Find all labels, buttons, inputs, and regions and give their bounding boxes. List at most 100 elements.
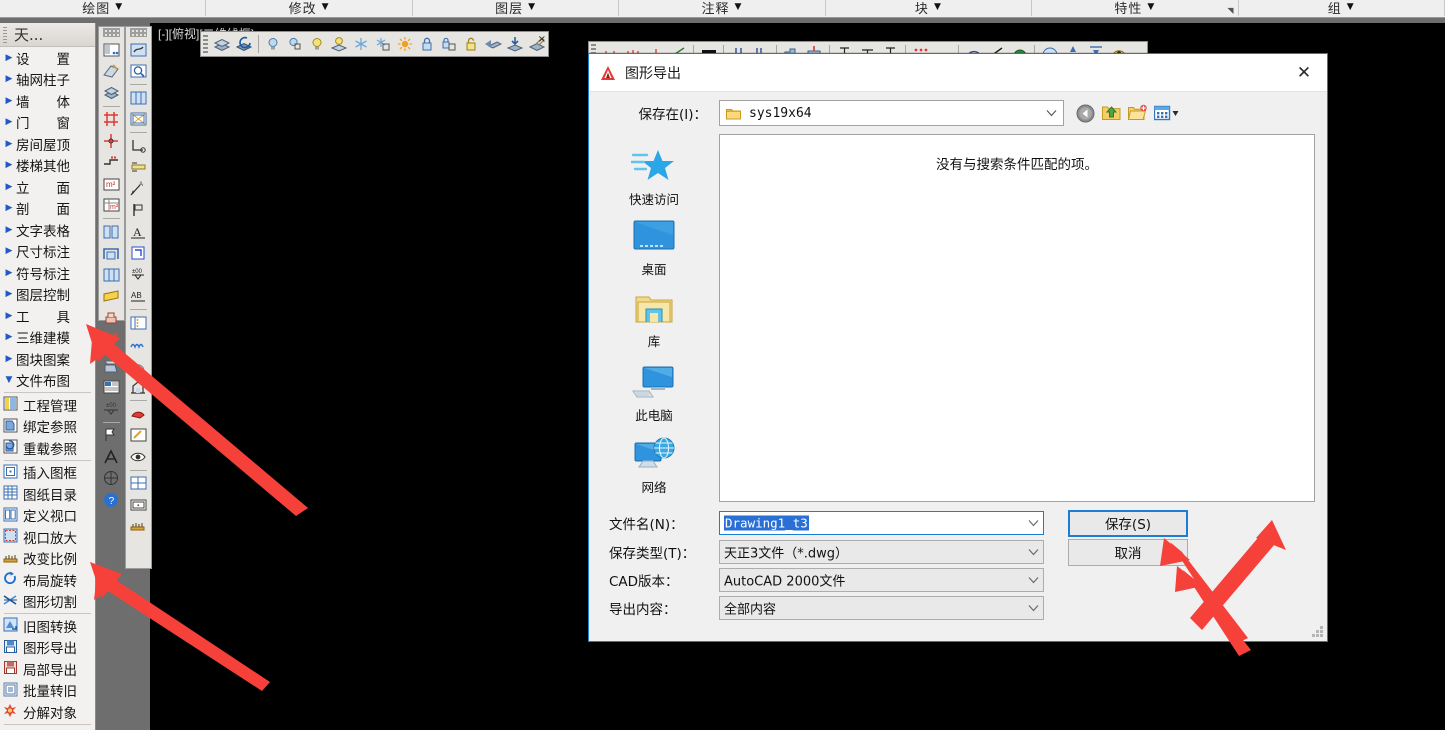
cancel-button[interactable]: 取消 (1068, 538, 1188, 566)
save-in-combobox[interactable]: sys19x64 (719, 100, 1064, 126)
dropdown-3[interactable]: 全部内容 (719, 596, 1044, 620)
toolbar-button-icon[interactable] (100, 286, 123, 308)
toolbar-button-icon[interactable]: AB (127, 286, 150, 308)
toolbar-button-icon[interactable] (127, 135, 150, 157)
chevron-down-icon[interactable] (1028, 548, 1039, 557)
ribbon-tab-0[interactable]: 绘图 ▼ (0, 0, 207, 17)
filename-input[interactable]: Drawing1_t3 (719, 511, 1044, 535)
sun-icon[interactable] (394, 33, 416, 55)
toolbar-button-icon[interactable] (127, 157, 150, 179)
palette-item[interactable]: 分解对象 (0, 701, 95, 723)
ribbon-tab-2[interactable]: 图层 ▼ (413, 0, 620, 17)
palette-item[interactable]: 布局旋转 (0, 569, 95, 591)
toolbar-button-icon[interactable] (127, 200, 150, 222)
triangle-right-icon[interactable]: ▶ (2, 203, 16, 213)
layer-previous-icon[interactable] (233, 33, 255, 55)
palette-item[interactable]: ▶ 文字表格 (0, 219, 95, 241)
palette-title-bar[interactable]: 天... (0, 23, 95, 47)
toolbar-button-icon[interactable] (127, 109, 150, 131)
triangle-right-icon[interactable]: ▶ (2, 311, 16, 321)
palette-item[interactable]: 旧图转换 (0, 615, 95, 637)
place-item-快速访问[interactable]: 快速访问 (589, 142, 719, 214)
toolbar-button-icon[interactable] (100, 446, 123, 468)
layer-down-icon[interactable] (504, 33, 526, 55)
ribbon-tab-5[interactable]: 特性 ▼ ◥ (1032, 0, 1239, 17)
toolbar-grip-icon[interactable] (103, 28, 120, 37)
triangle-right-icon[interactable]: ▶ (2, 96, 16, 106)
palette-item[interactable]: ▶ 楼梯其他 (0, 155, 95, 177)
palette-item[interactable]: 视口放大 (0, 526, 95, 548)
palette-item[interactable]: 批量转旧 (0, 680, 95, 702)
toolbar-button-icon[interactable]: m² (100, 173, 123, 195)
unlock-icon[interactable] (460, 33, 482, 55)
palette-item[interactable]: 重载参照 (0, 437, 95, 459)
toolbar-button-icon[interactable] (127, 61, 150, 83)
chevron-down-icon[interactable]: ▼ (934, 3, 942, 12)
bulb-on-icon[interactable] (262, 33, 284, 55)
toolbar-button-icon[interactable]: A (127, 221, 150, 243)
palette-grip-icon[interactable] (3, 27, 7, 43)
palette-item[interactable]: 绑定参照 (0, 416, 95, 438)
place-item-桌面[interactable]: 桌面 (589, 214, 719, 286)
toolbar-button-icon[interactable] (127, 403, 150, 425)
toolbar-button-icon[interactable] (100, 307, 123, 329)
dropdown-1[interactable]: 天正3文件（*.dwg） (719, 540, 1044, 564)
triangle-right-icon[interactable]: ▶ (2, 117, 16, 127)
bulb-yellow-icon[interactable] (306, 33, 328, 55)
chevron-down-icon[interactable]: ▼ (322, 3, 330, 12)
toolbar-button-icon[interactable] (100, 152, 123, 174)
triangle-down-icon[interactable]: ▼ (2, 375, 16, 385)
toolbar-button-icon[interactable] (100, 82, 123, 104)
triangle-right-icon[interactable]: ▶ (2, 74, 16, 84)
triangle-right-icon[interactable]: ▶ (2, 268, 16, 278)
palette-item[interactable]: ▶ 设 置 (0, 47, 95, 69)
toolbar-button-icon[interactable] (100, 109, 123, 131)
toolbar-button-icon[interactable] (127, 355, 150, 377)
triangle-right-icon[interactable]: ▶ (2, 225, 16, 235)
ribbon-tab-4[interactable]: 块 ▼ (826, 0, 1033, 17)
toolbar-button-icon[interactable]: ? (100, 489, 123, 511)
triangle-right-icon[interactable]: ▶ (2, 160, 16, 170)
lock-object-icon[interactable] (438, 33, 460, 55)
palette-item[interactable]: 备档拆图 (0, 726, 95, 730)
triangle-right-icon[interactable]: ▶ (2, 182, 16, 192)
triangle-right-icon[interactable]: ▶ (2, 246, 16, 256)
palette-item[interactable]: ▼ 文件布图 (0, 370, 95, 392)
ribbon-tab-1[interactable]: 修改 ▼ (206, 0, 413, 17)
toolbar-button-icon[interactable] (100, 468, 123, 490)
palette-item[interactable]: ▶ 墙 体 (0, 90, 95, 112)
toolbar-grip-icon[interactable] (130, 28, 147, 37)
toolbar-button-icon[interactable] (127, 334, 150, 356)
toolbar-button-icon[interactable]: m² (100, 195, 123, 217)
toolbar-button-icon[interactable] (100, 61, 123, 83)
toolbar-button-icon[interactable] (127, 243, 150, 265)
layer-merge-icon[interactable] (482, 33, 504, 55)
toolbar-button-icon[interactable] (100, 264, 123, 286)
triangle-right-icon[interactable]: ▶ (2, 53, 16, 63)
toolbar-button-icon[interactable] (127, 377, 150, 399)
toolbar-button-icon[interactable] (127, 473, 150, 495)
palette-item[interactable]: 插入图框 (0, 462, 95, 484)
chevron-down-icon[interactable] (1028, 519, 1039, 528)
toolbar-button-icon[interactable] (127, 494, 150, 516)
toolbar-button-icon[interactable] (127, 425, 150, 447)
palette-item[interactable]: 图纸目录 (0, 483, 95, 505)
freeze-icon[interactable] (350, 33, 372, 55)
toolbar-button-icon[interactable] (100, 329, 123, 351)
palette-item[interactable]: ▶ 尺寸标注 (0, 241, 95, 263)
triangle-right-icon[interactable]: ▶ (2, 332, 16, 342)
file-list-view[interactable]: 没有与搜索条件匹配的项。 (719, 134, 1315, 502)
resize-grip-icon[interactable] (1311, 625, 1324, 638)
palette-item[interactable]: 图形导出 (0, 637, 95, 659)
toolbar-button-icon[interactable] (100, 221, 123, 243)
palette-item[interactable]: ▶ 房间屋顶 (0, 133, 95, 155)
palette-item[interactable]: 工程管理 (0, 394, 95, 416)
chevron-down-icon[interactable] (1046, 109, 1057, 118)
palette-item[interactable]: ▶ 剖 面 (0, 198, 95, 220)
toolbar-button-icon[interactable]: ±00 (127, 264, 150, 286)
chevron-down-icon[interactable] (1028, 576, 1039, 585)
palette-item[interactable]: ▶ 工 具 (0, 305, 95, 327)
panel-expander-icon[interactable]: ◥ (1227, 6, 1234, 15)
toolbar-button-icon[interactable] (100, 377, 123, 399)
chevron-down-icon[interactable]: ▼ (528, 3, 536, 12)
